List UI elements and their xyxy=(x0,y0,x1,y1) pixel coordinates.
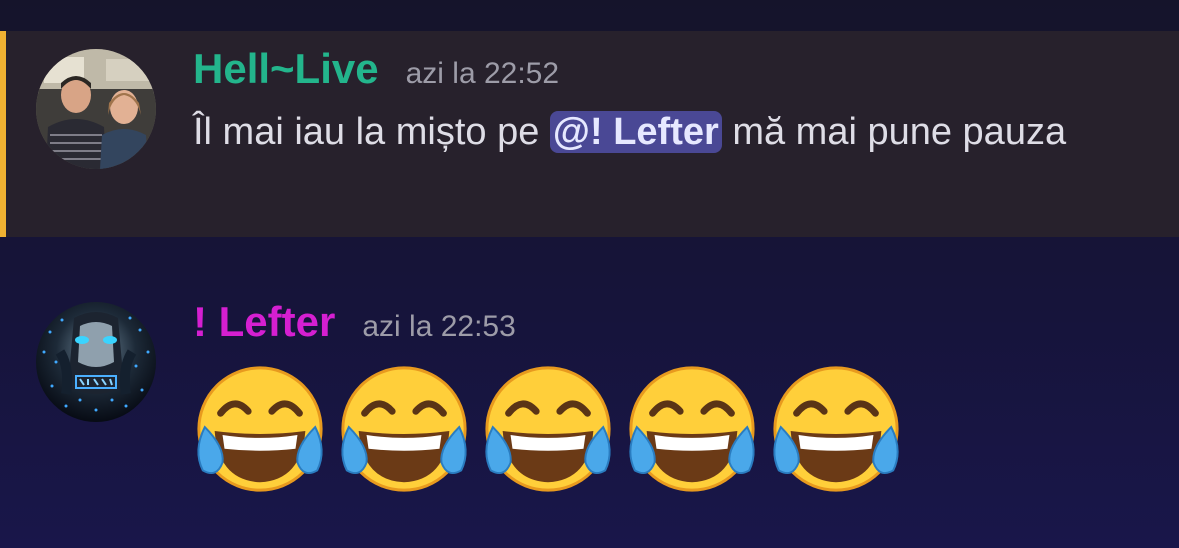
username[interactable]: Hell~Live xyxy=(193,45,379,93)
timestamp: azi la 22:53 xyxy=(362,310,516,343)
message-content: Îl mai iau la mișto pe @! Lefter mă mai … xyxy=(193,103,1143,161)
message-lefter[interactable]: ! Lefter azi la 22:53 xyxy=(0,290,1179,510)
face-with-tears-of-joy-icon[interactable] xyxy=(479,362,617,500)
face-with-tears-of-joy-icon[interactable] xyxy=(767,362,905,500)
username[interactable]: ! Lefter xyxy=(193,298,335,346)
mention-highlight-bar xyxy=(0,31,6,237)
face-with-tears-of-joy-icon[interactable] xyxy=(623,362,761,500)
message-text: mă mai pune pauza xyxy=(721,111,1067,153)
message-header: Hell~Live azi la 22:52 xyxy=(193,45,559,93)
avatar-hell-live[interactable] xyxy=(36,49,156,169)
message-header: ! Lefter azi la 22:53 xyxy=(193,298,516,346)
timestamp: azi la 22:52 xyxy=(405,57,560,90)
user-mention[interactable]: @! Lefter xyxy=(549,111,722,153)
emoji-row xyxy=(191,362,905,500)
face-with-tears-of-joy-icon[interactable] xyxy=(335,362,473,500)
message-hell-live[interactable]: Hell~Live azi la 22:52 Îl mai iau la miș… xyxy=(0,31,1179,237)
avatar-lefter[interactable] xyxy=(36,302,156,422)
face-with-tears-of-joy-icon[interactable] xyxy=(191,362,329,500)
message-text: Îl mai iau la mișto pe xyxy=(193,111,550,153)
